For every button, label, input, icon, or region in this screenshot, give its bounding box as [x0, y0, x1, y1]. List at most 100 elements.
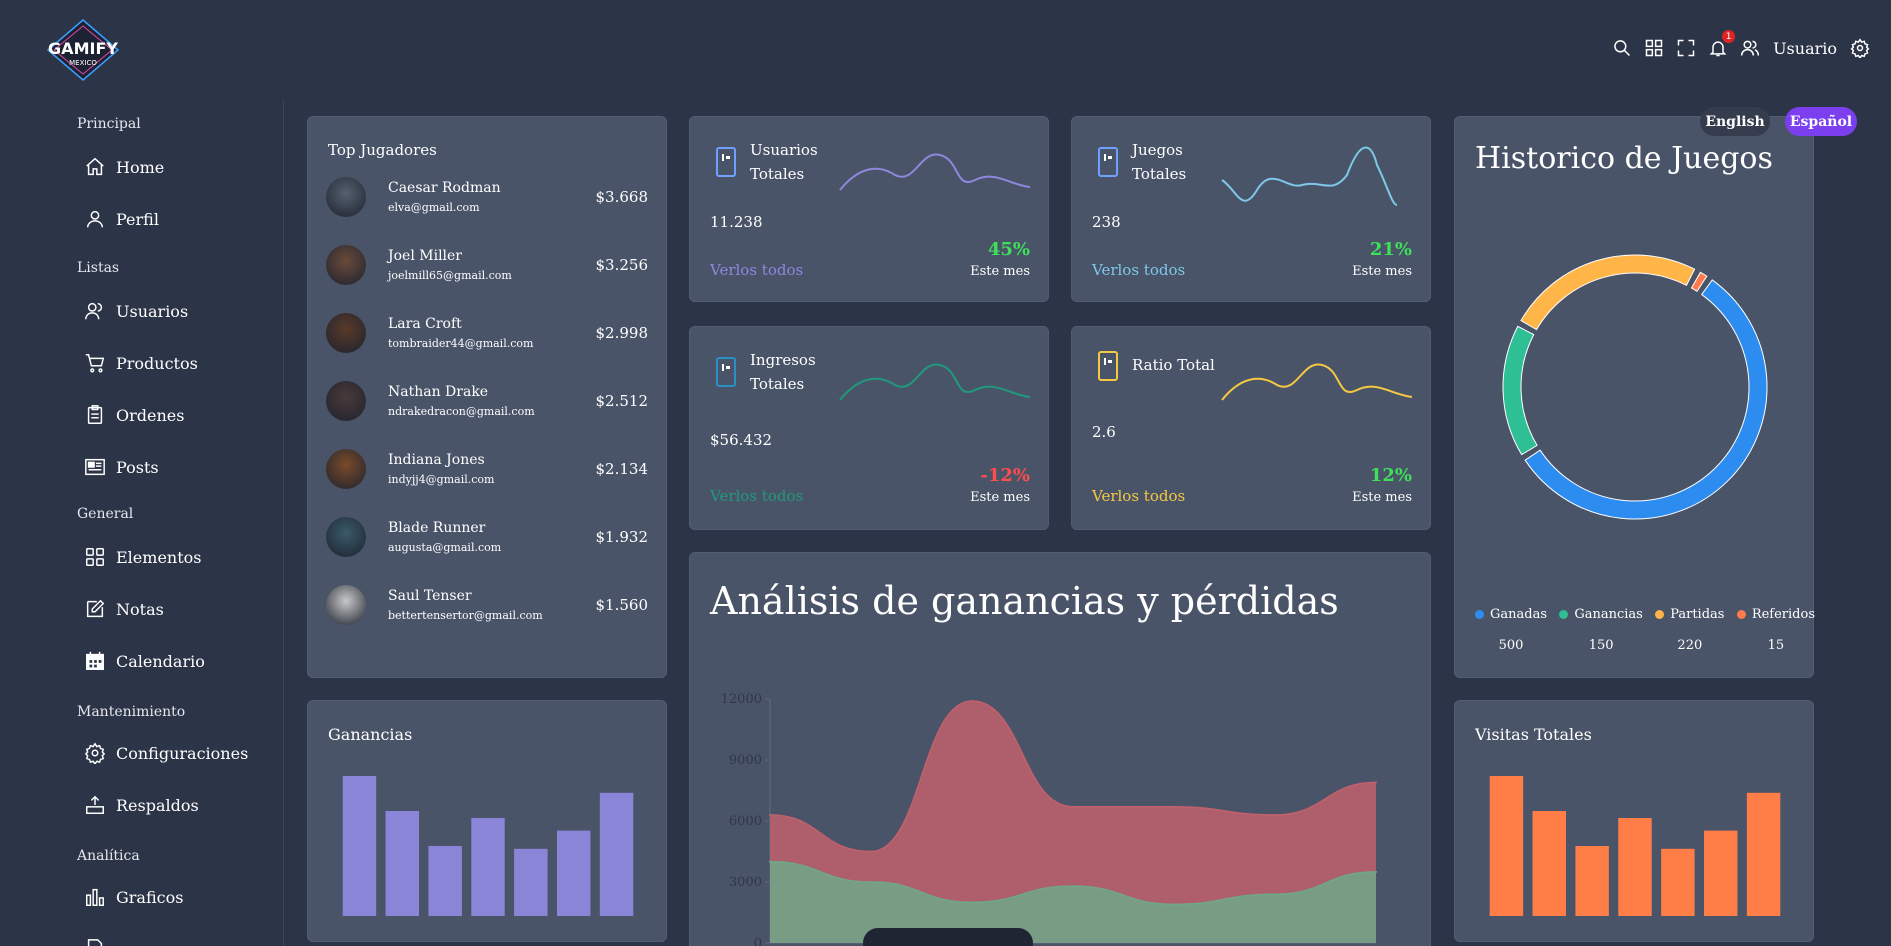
bar[interactable]	[1618, 818, 1652, 916]
settings-gear-icon[interactable]	[1849, 37, 1871, 59]
sidebar-item-calendario[interactable]: Calendario	[84, 650, 205, 672]
legend-item[interactable]: Partidas 220	[1655, 607, 1724, 653]
bar[interactable]	[1661, 848, 1695, 916]
stat-period: Este mes	[1352, 490, 1412, 505]
top-players-card: Top Jugadores Caesar Rodman elva@gmail.co…	[307, 116, 667, 678]
sidebar-item-productos[interactable]: Productos	[84, 352, 198, 374]
ganancias-title: Ganancias	[328, 725, 413, 744]
gamify-logo[interactable]: GAMIFY MEXICO	[40, 18, 126, 82]
bar[interactable]	[1532, 811, 1566, 916]
bell-icon[interactable]: 1	[1707, 30, 1736, 59]
sidebar-item-label: Notas	[116, 599, 164, 619]
stat-view-all-link[interactable]: Verlos todos	[710, 261, 803, 279]
legend-label: Referidos	[1751, 607, 1815, 622]
area-point[interactable]	[1375, 870, 1377, 873]
donut-slice[interactable]	[1690, 271, 1708, 293]
stat-view-all-link[interactable]: Verlos todos	[710, 487, 803, 505]
player-amount: $1.560	[595, 596, 649, 614]
sidebar-item-notas[interactable]: Notas	[84, 598, 164, 620]
y-tick-label: 12000	[721, 692, 762, 707]
donut-slice[interactable]	[1524, 279, 1768, 520]
bar[interactable]	[1575, 846, 1609, 916]
stat-percent: 45%	[987, 239, 1030, 260]
area-point[interactable]	[870, 850, 872, 853]
bar[interactable]	[428, 846, 462, 916]
sparkline-juegos	[1221, 146, 1398, 206]
area-point[interactable]	[1072, 805, 1074, 808]
bar[interactable]	[557, 830, 591, 916]
sidebar-item-partial[interactable]	[84, 938, 106, 946]
area-chart: 030006000900012000BingoPokerBlackjackRou…	[721, 692, 1377, 946]
area-point[interactable]	[769, 813, 771, 816]
sidebar-section-listas: Listas	[77, 260, 120, 276]
area-point[interactable]	[971, 901, 973, 904]
player-row[interactable]: Saul Tenser bettertensertor@gmail.com $1.5…	[326, 583, 648, 627]
player-row[interactable]: Blade Runner augusta@gmail.com $1.932	[326, 515, 648, 559]
player-row[interactable]: Nathan Drake ndrakedracon@gmail.com $2.512	[326, 379, 648, 423]
legend-item[interactable]: Ganadas 500	[1475, 607, 1547, 653]
stat-percent: 21%	[1369, 239, 1412, 260]
search-icon[interactable]	[1611, 37, 1633, 59]
bar[interactable]	[599, 792, 634, 916]
apps-grid-icon[interactable]	[1643, 37, 1665, 59]
bar[interactable]	[471, 818, 505, 916]
bar[interactable]	[1704, 830, 1738, 916]
player-amount: $3.668	[595, 188, 649, 206]
y-tick-label: 0	[754, 936, 762, 946]
sidebar-item-posts[interactable]: Posts	[84, 456, 159, 478]
sidebar-item-usuarios[interactable]: Usuarios	[84, 300, 188, 322]
sidebar-item-perfil[interactable]: Perfil	[84, 208, 159, 230]
sidebar-item-ordenes[interactable]: Ordenes	[84, 404, 184, 426]
player-row[interactable]: Joel Miller joelmill65@gmail.com $3.256	[326, 243, 648, 287]
area-point[interactable]	[1072, 885, 1074, 888]
sidebar-item-elementos[interactable]: Elementos	[84, 546, 201, 568]
sidebar-item-home[interactable]: Home	[84, 156, 164, 178]
fullscreen-icon[interactable]	[1675, 37, 1697, 59]
player-row[interactable]: Lara Croft tombraider44@gmail.com $2.998	[326, 311, 648, 355]
logo-sub: MEXICO	[69, 59, 97, 67]
legend-item[interactable]: Referidos 15	[1736, 607, 1815, 653]
area-point[interactable]	[1274, 813, 1276, 816]
player-row[interactable]: Caesar Rodman elva@gmail.com $3.668	[326, 175, 648, 219]
stat-period: Este mes	[1352, 264, 1412, 279]
bar[interactable]	[385, 811, 419, 916]
sidebar-item-label: Elementos	[116, 547, 202, 567]
sidebar-item-label: Productos	[116, 353, 198, 373]
user-icon[interactable]	[1739, 37, 1761, 59]
bar[interactable]	[1746, 792, 1781, 916]
area-point[interactable]	[870, 881, 872, 883]
sidebar-item-respaldos[interactable]: Respaldos	[84, 794, 199, 816]
area-point[interactable]	[971, 700, 973, 703]
floating-toolbar[interactable]	[863, 928, 1033, 946]
avatar	[326, 381, 366, 421]
area-point[interactable]	[1173, 903, 1175, 906]
bar[interactable]	[342, 776, 377, 916]
sidebar-section-analitica: Analítica	[77, 848, 140, 864]
donut-slice[interactable]	[1520, 254, 1696, 331]
bar[interactable]	[1489, 776, 1524, 916]
stat-view-all-link[interactable]: Verlos todos	[1092, 487, 1185, 505]
area-point[interactable]	[1274, 893, 1276, 896]
lang-spanish-button[interactable]: Español	[1785, 107, 1857, 136]
player-row[interactable]: Indiana Jones indyjj4@gmail.com $2.134	[326, 447, 648, 491]
bar[interactable]	[514, 848, 548, 916]
sidebar-item-label: Graficos	[116, 887, 184, 907]
player-amount: $2.134	[595, 460, 649, 478]
area-point[interactable]	[1173, 805, 1175, 808]
player-email: joelmill65@gmail.com	[388, 269, 512, 282]
avatar	[326, 449, 366, 489]
player-email: augusta@gmail.com	[388, 541, 502, 554]
stat-view-all-link[interactable]: Verlos todos	[1092, 261, 1185, 279]
legend-item[interactable]: Ganancias 150	[1559, 607, 1643, 653]
area-point[interactable]	[1375, 781, 1377, 784]
stat-card-usuarios: Usuarios Totales 11.238 45% Verlos todos…	[689, 116, 1049, 302]
user-label[interactable]: Usuario	[1773, 39, 1837, 58]
stat-card-juegos: Juegos Totales 238 21% Verlos todos Este…	[1071, 116, 1431, 302]
donut-slice[interactable]	[1502, 325, 1538, 456]
lang-english-button[interactable]: English	[1700, 107, 1770, 136]
area-point[interactable]	[769, 860, 771, 863]
stat-percent: -12%	[980, 465, 1030, 486]
sidebar-item-configuraciones[interactable]: Configuraciones	[84, 742, 248, 764]
sidebar-item-graficos[interactable]: Graficos	[84, 886, 183, 908]
user-icon	[86, 210, 104, 228]
